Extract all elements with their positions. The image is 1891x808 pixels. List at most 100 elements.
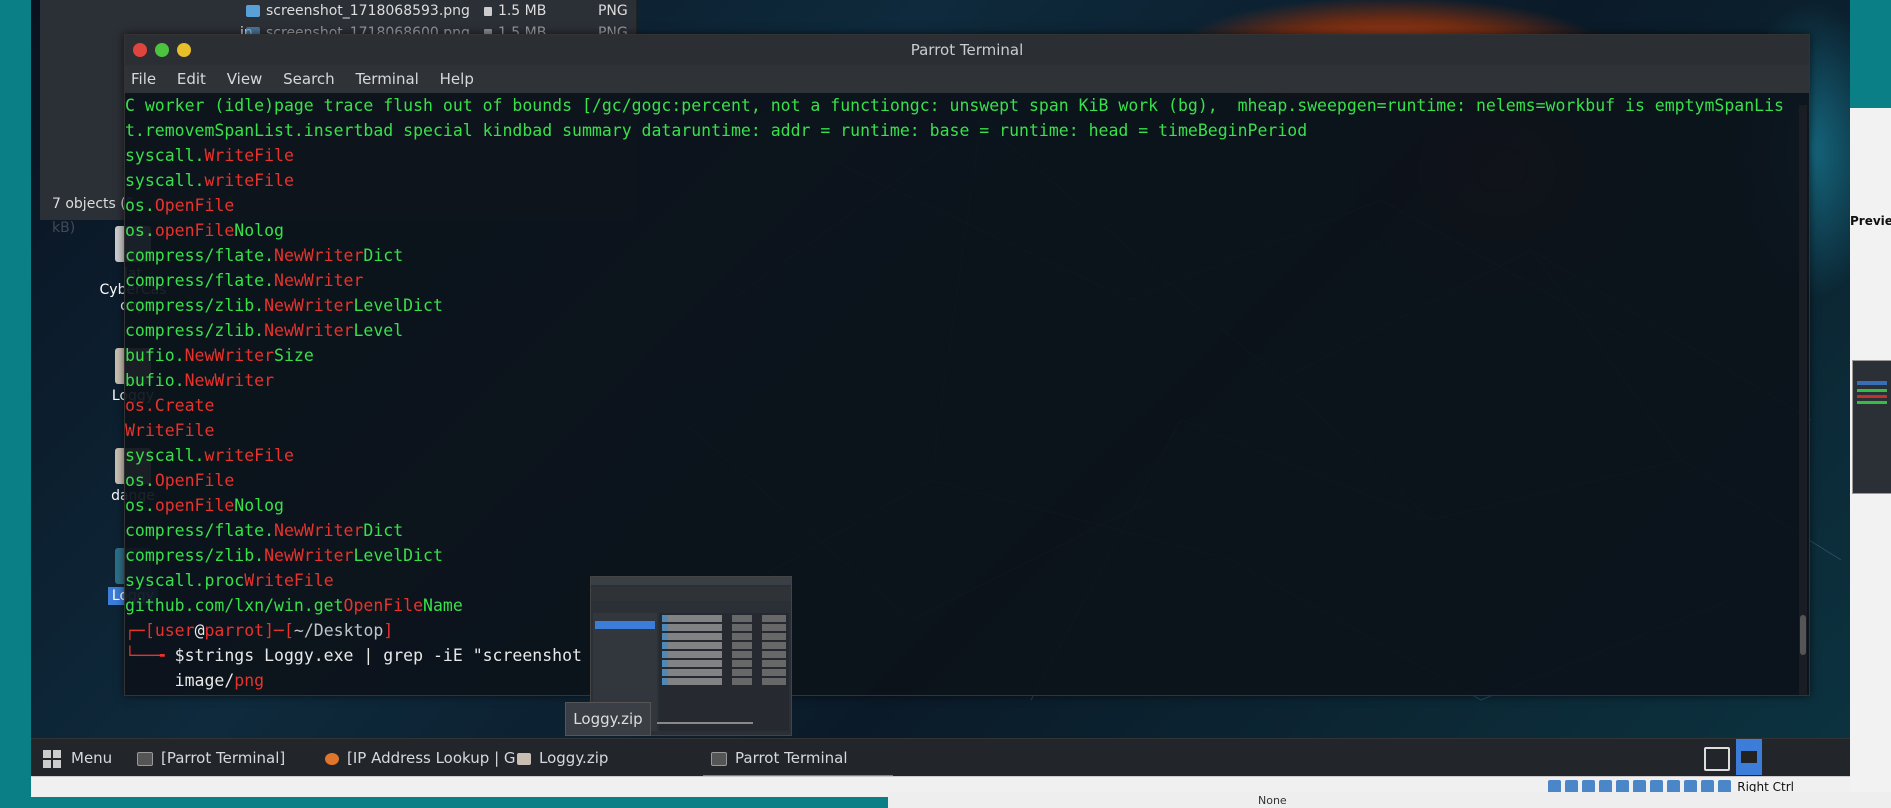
terminal-text-segment: LevelDict	[353, 296, 443, 315]
terminal-text-segment: NewWriter	[264, 296, 354, 315]
terminal-text-segment: NewWriter	[184, 371, 275, 390]
terminal-text-segment: bufio.	[125, 371, 185, 390]
terminal-text-segment: syscall.	[125, 446, 205, 465]
terminal-titlebar[interactable]: Parrot Terminal	[125, 35, 1809, 65]
terminal-line: compress/zlib.NewWriterLevelDict	[125, 293, 1797, 318]
image-file-icon	[246, 5, 260, 17]
menu-file[interactable]: File	[131, 70, 156, 88]
host-bottom-panel: None	[888, 792, 1891, 808]
window-title: Parrot Terminal	[910, 41, 1024, 59]
terminal-text-segment: writeFile	[204, 171, 294, 190]
terminal-text-segment: Nolog	[234, 496, 284, 515]
terminal-line: bufio.NewWriterSize	[125, 343, 1797, 368]
terminal-line: os.Create	[125, 393, 1797, 418]
terminal-line: ┌─[user@parrot]─[~/Desktop]	[125, 618, 1797, 643]
terminal-output[interactable]: C worker (idle)page trace flush out of b…	[125, 93, 1797, 695]
taskbar-item-archive[interactable]: Loggy.zip	[517, 739, 608, 777]
lock-icon	[483, 6, 492, 16]
menu-grid-icon	[43, 749, 61, 768]
terminal-text-segment: t.removemSpanList.insertbad special kind…	[125, 121, 1308, 140]
terminal-text-segment: $	[174, 646, 185, 665]
terminal-text-segment: @	[194, 621, 205, 640]
menu-terminal[interactable]: Terminal	[355, 70, 418, 88]
terminal-line: github.com/lxn/win.getOpenFileName	[125, 593, 1797, 618]
screenshot-tool-icon[interactable]	[1704, 747, 1730, 771]
terminal-text-segment: Dict	[363, 246, 404, 265]
terminal-text-segment: Nolog	[234, 221, 284, 240]
terminal-text-segment: ┌─[	[125, 621, 155, 640]
terminal-text-segment: compress/flate.	[125, 246, 275, 265]
terminal-text-segment: os.	[125, 196, 155, 215]
terminal-line: image/png	[125, 668, 1797, 693]
terminal-text-segment: WriteFile	[204, 146, 294, 165]
preview-image	[1852, 360, 1891, 494]
terminal-line: C worker (idle)page trace flush out of b…	[125, 93, 1797, 118]
terminal-text-segment: ]	[383, 621, 394, 640]
terminal-text-segment: compress/zlib.	[125, 296, 265, 315]
terminal-line: compress/zlib.NewWriterLevelDict	[125, 543, 1797, 568]
terminal-line: WriteFile	[125, 418, 1797, 443]
terminal-text-segment: compress/flate.	[125, 271, 275, 290]
scrollbar-thumb[interactable]	[1800, 615, 1806, 655]
terminal-text-segment: LevelDict	[353, 546, 443, 565]
menu-search[interactable]: Search	[283, 70, 335, 88]
terminal-text-segment: OpenFile	[343, 596, 424, 615]
terminal-text-segment: NewWriter	[274, 271, 364, 290]
terminal-text-segment: └──╼	[125, 646, 175, 665]
menu-help[interactable]: Help	[440, 70, 474, 88]
system-tray	[1704, 739, 1794, 775]
terminal-text-segment: WriteFile	[244, 571, 334, 590]
terminal-text-segment: NewWriter	[264, 321, 354, 340]
terminal-text-segment: os.	[125, 496, 155, 515]
terminal-line: os.OpenFile	[125, 193, 1797, 218]
terminal-text-segment: writeFile	[204, 446, 294, 465]
firefox-icon	[325, 752, 339, 765]
terminal-text-segment: Dict	[363, 521, 404, 540]
terminal-text-segment: OpenFile	[154, 471, 235, 490]
preview-label: Preview	[1850, 214, 1891, 228]
terminal-text-segment: Level	[353, 321, 404, 340]
terminal-text-segment: compress/flate.	[125, 521, 275, 540]
terminal-text-segment: bufio.	[125, 346, 185, 365]
terminal-text-segment: image/	[125, 671, 235, 690]
menu-view[interactable]: View	[227, 70, 263, 88]
terminal-text-segment: png	[234, 671, 265, 690]
terminal-text-segment: Size	[274, 346, 314, 365]
terminal-text-segment: ]─[	[264, 621, 294, 640]
terminal-text-segment: NewWriter	[264, 546, 354, 565]
show-desktop-icon[interactable]	[1736, 739, 1762, 775]
terminal-text-segment: openFile	[154, 221, 235, 240]
terminal-icon	[137, 751, 153, 766]
terminal-menubar: File Edit View Search Terminal Help	[125, 65, 1809, 93]
terminal-line: syscall.writeFile	[125, 443, 1797, 468]
terminal-line: os.openFileNolog	[125, 493, 1797, 518]
host-window-fragment: Preview	[1850, 108, 1891, 808]
terminal-line: syscall.procWriteFile	[125, 568, 1797, 593]
terminal-line: syscall.WriteFile	[125, 143, 1797, 168]
terminal-text-segment: user	[154, 621, 195, 640]
terminal-line: os.openFileNolog	[125, 218, 1797, 243]
taskbar-item-terminal[interactable]: [Parrot Terminal]	[137, 739, 285, 777]
menu-edit[interactable]: Edit	[177, 70, 206, 88]
terminal-text-segment: parrot	[204, 621, 265, 640]
terminal-line: └──╼ $strings Loggy.exe | grep -iE "scre…	[125, 643, 1797, 668]
terminal-window[interactable]: Parrot Terminal File Edit View Search Te…	[124, 34, 1810, 696]
terminal-line: t.removemSpanList.insertbad special kind…	[125, 118, 1797, 143]
terminal-line: compress/flate.NewWriter	[125, 268, 1797, 293]
terminal-text-segment: syscall.	[125, 171, 205, 190]
terminal-text-segment: Name	[423, 596, 463, 615]
start-menu-button[interactable]: Menu	[43, 739, 112, 777]
terminal-line: syscall.writeFile	[125, 168, 1797, 193]
terminal-text-segment: syscall.	[125, 146, 205, 165]
terminal-text-segment: syscall.proc	[125, 571, 245, 590]
terminal-scrollbar[interactable]	[1799, 105, 1807, 695]
file-row[interactable]: screenshot_1718068593.png1.5 MBPNG in	[240, 0, 636, 41]
taskbar-item-browser[interactable]: [IP Address Lookup | G...	[325, 739, 530, 777]
terminal-text-segment: C worker (idle)page trace flush out of b…	[125, 96, 1784, 115]
terminal-text-segment: os.	[125, 221, 155, 240]
taskbar-item-terminal-active[interactable]: Parrot Terminal	[703, 739, 893, 777]
terminal-text-segment: ~/Desktop	[293, 621, 384, 640]
terminal-text-segment: os.Create	[125, 396, 215, 415]
terminal-text-segment: github.com/lxn/win.get	[125, 596, 344, 615]
archive-icon	[517, 752, 531, 765]
